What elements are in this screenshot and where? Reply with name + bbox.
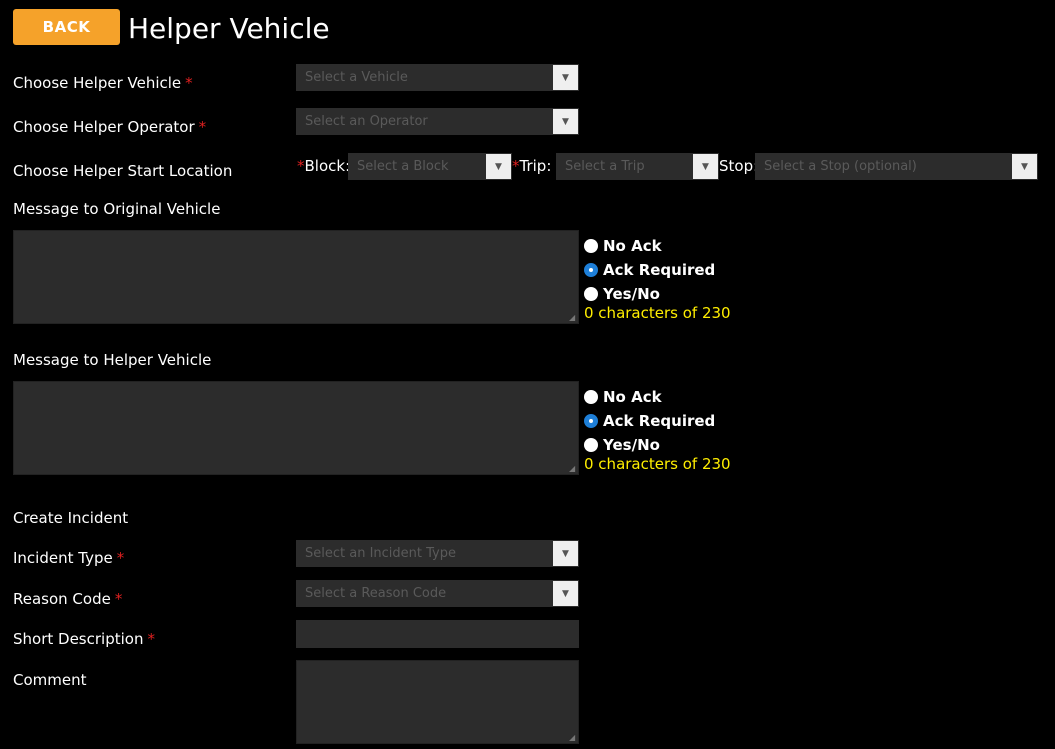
trip-label-text: Trip: — [519, 157, 552, 175]
reason-code-label: Reason Code * — [13, 590, 122, 608]
incident-type-placeholder: Select an Incident Type — [305, 546, 456, 561]
stop-placeholder: Select a Stop (optional) — [764, 159, 917, 174]
helper-operator-label: Choose Helper Operator * — [13, 118, 206, 136]
radio-unchecked-icon[interactable] — [584, 239, 598, 253]
create-incident-heading: Create Incident — [13, 509, 129, 527]
msg-original-textarea[interactable]: ◢ — [13, 230, 579, 324]
back-button[interactable]: BACK — [13, 9, 120, 45]
block-select[interactable]: Select a Block ▼ — [348, 153, 512, 180]
start-location-label: Choose Helper Start Location — [13, 162, 233, 180]
radio-label: Yes/No — [603, 436, 660, 454]
chevron-down-icon: ▼ — [553, 541, 578, 566]
required-marker: * — [114, 590, 123, 608]
resize-grip-icon[interactable]: ◢ — [569, 734, 577, 742]
radio-ack-required[interactable]: Ack Required — [584, 261, 731, 279]
required-marker: * — [116, 549, 125, 567]
resize-grip-icon[interactable]: ◢ — [569, 465, 577, 473]
helper-vehicle-select[interactable]: Select a Vehicle ▼ — [296, 64, 579, 91]
radio-label: No Ack — [603, 237, 662, 255]
comment-label: Comment — [13, 671, 87, 689]
block-label-text: Block: — [304, 157, 351, 175]
radio-unchecked-icon[interactable] — [584, 287, 598, 301]
incident-type-label-text: Incident Type — [13, 549, 113, 567]
required-marker: * — [512, 157, 520, 175]
reason-code-placeholder: Select a Reason Code — [305, 586, 447, 601]
msg-helper-textarea[interactable]: ◢ — [13, 381, 579, 475]
radio-yes-no[interactable]: Yes/No — [584, 436, 731, 454]
reason-code-label-text: Reason Code — [13, 590, 111, 608]
radio-no-ack[interactable]: No Ack — [584, 237, 731, 255]
msg-original-label: Message to Original Vehicle — [13, 200, 221, 218]
chevron-down-icon: ▼ — [1012, 154, 1037, 179]
helper-operator-label-text: Choose Helper Operator — [13, 118, 195, 136]
radio-no-ack[interactable]: No Ack — [584, 388, 731, 406]
char-counter: 0 characters of 230 — [584, 455, 731, 473]
radio-unchecked-icon[interactable] — [584, 390, 598, 404]
stop-select[interactable]: Select a Stop (optional) ▼ — [755, 153, 1038, 180]
msg-helper-label: Message to Helper Vehicle — [13, 351, 212, 369]
chevron-down-icon: ▼ — [486, 154, 511, 179]
trip-label: *Trip: — [512, 157, 551, 175]
required-marker: * — [185, 74, 193, 92]
stop-label: Stop: — [719, 157, 759, 175]
resize-grip-icon[interactable]: ◢ — [569, 314, 577, 322]
short-description-label-text: Short Description — [13, 630, 144, 648]
helper-operator-select[interactable]: Select an Operator ▼ — [296, 108, 579, 135]
chevron-down-icon: ▼ — [553, 109, 578, 134]
trip-select[interactable]: Select a Trip ▼ — [556, 153, 719, 180]
short-description-input[interactable] — [296, 620, 579, 648]
radio-label: Ack Required — [603, 412, 716, 430]
incident-type-label: Incident Type * — [13, 549, 124, 567]
radio-label: No Ack — [603, 388, 662, 406]
radio-ack-required[interactable]: Ack Required — [584, 412, 731, 430]
helper-operator-placeholder: Select an Operator — [305, 114, 428, 129]
radio-label: Yes/No — [603, 285, 660, 303]
incident-type-select[interactable]: Select an Incident Type ▼ — [296, 540, 579, 567]
msg-original-ack-options: No Ack Ack Required Yes/No 0 characters … — [584, 237, 731, 322]
radio-label: Ack Required — [603, 261, 716, 279]
helper-vehicle-label-text: Choose Helper Vehicle — [13, 74, 182, 92]
comment-textarea[interactable]: ◢ — [296, 660, 579, 744]
radio-checked-icon[interactable] — [584, 263, 598, 277]
page-title: Helper Vehicle — [128, 12, 330, 45]
radio-yes-no[interactable]: Yes/No — [584, 285, 731, 303]
short-description-label: Short Description * — [13, 630, 155, 648]
char-counter: 0 characters of 230 — [584, 304, 731, 322]
chevron-down-icon: ▼ — [553, 65, 578, 90]
chevron-down-icon: ▼ — [693, 154, 718, 179]
block-label: *Block: — [297, 157, 350, 175]
chevron-down-icon: ▼ — [553, 581, 578, 606]
required-marker: * — [147, 630, 155, 648]
reason-code-select[interactable]: Select a Reason Code ▼ — [296, 580, 579, 607]
required-marker: * — [198, 118, 207, 136]
helper-vehicle-placeholder: Select a Vehicle — [305, 70, 408, 85]
radio-checked-icon[interactable] — [584, 414, 598, 428]
required-marker: * — [297, 157, 305, 175]
helper-vehicle-label: Choose Helper Vehicle * — [13, 74, 193, 92]
trip-placeholder: Select a Trip — [565, 159, 645, 174]
radio-unchecked-icon[interactable] — [584, 438, 598, 452]
msg-helper-ack-options: No Ack Ack Required Yes/No 0 characters … — [584, 388, 731, 473]
block-placeholder: Select a Block — [357, 159, 449, 174]
